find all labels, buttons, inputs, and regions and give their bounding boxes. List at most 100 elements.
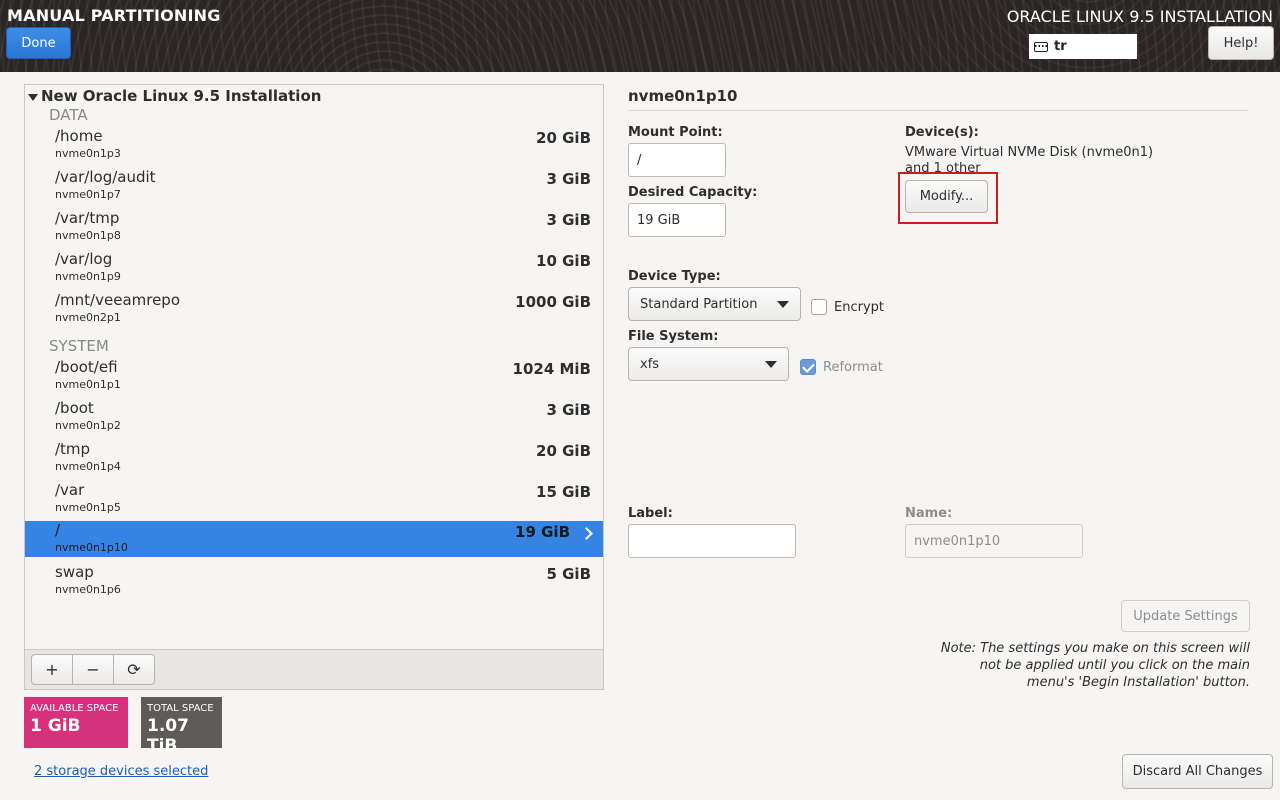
partition-mount-point: /var/log/audit (55, 168, 156, 186)
partition-size: 5 GiB (546, 565, 591, 583)
page-title: MANUAL PARTITIONING (7, 6, 221, 25)
partition-size: 1000 GiB (515, 293, 591, 311)
partition-device: nvme0n1p9 (55, 270, 121, 283)
group-label-data: DATA (49, 106, 88, 124)
devices-label: Device(s): (905, 125, 979, 140)
encrypt-checkbox[interactable]: Encrypt (811, 299, 884, 315)
partition-mount-point: swap (55, 563, 94, 581)
partition-row[interactable]: /var/log/audit nvme0n1p7 3 GiB (25, 168, 603, 204)
reformat-label: Reformat (823, 359, 883, 375)
partition-row[interactable]: swap nvme0n1p6 5 GiB (25, 563, 603, 599)
checkbox-unchecked-icon[interactable] (811, 299, 827, 315)
partition-size: 3 GiB (546, 211, 591, 229)
dropdown-arrow-icon (777, 300, 789, 308)
device-type-dropdown[interactable]: Standard Partition (628, 287, 801, 321)
partition-mount-point: /var/tmp (55, 209, 120, 227)
partition-mount-point: / (55, 521, 61, 539)
partition-size: 20 GiB (536, 129, 591, 147)
add-partition-button[interactable]: + (31, 654, 73, 685)
tree-root-label: New Oracle Linux 9.5 Installation (41, 87, 322, 105)
header-bar: MANUAL PARTITIONING Done ORACLE LINUX 9.… (0, 0, 1280, 72)
update-settings-button[interactable]: Update Settings (1121, 600, 1250, 632)
device-type-label: Device Type: (628, 269, 721, 284)
label-field-label: Label: (628, 506, 673, 521)
partition-detail-title: nvme0n1p10 (628, 87, 738, 105)
done-button[interactable]: Done (6, 27, 71, 59)
partition-mount-point: /mnt/veeamrepo (55, 291, 181, 309)
file-system-label: File System: (628, 329, 719, 344)
available-space-value: 1 GiB (30, 716, 81, 736)
partition-row[interactable]: /home nvme0n1p3 20 GiB (25, 127, 603, 163)
partition-device: nvme0n1p8 (55, 229, 121, 242)
partition-mount-point: /boot/efi (55, 358, 118, 376)
available-space-label: AVAILABLE SPACE (30, 703, 119, 714)
settings-note: Note: The settings you make on this scre… (940, 641, 1250, 690)
partition-device: nvme0n1p1 (55, 378, 121, 391)
partition-size: 10 GiB (536, 252, 591, 270)
keyboard-layout-indicator[interactable]: tr (1029, 34, 1137, 59)
name-input: nvme0n1p10 (905, 524, 1083, 558)
tree-root[interactable]: New Oracle Linux 9.5 Installation (28, 87, 321, 105)
label-input[interactable] (628, 524, 796, 558)
available-space-box: AVAILABLE SPACE 1 GiB (24, 697, 128, 748)
divider (628, 110, 1248, 111)
expander-triangle-icon[interactable] (28, 93, 38, 101)
partition-device: nvme0n2p1 (55, 311, 121, 324)
desired-capacity-input[interactable]: 19 GiB (628, 203, 726, 237)
partition-size: 1024 MiB (512, 360, 591, 378)
dropdown-arrow-icon (765, 360, 777, 368)
partition-device: nvme0n1p2 (55, 419, 121, 432)
total-space-value: 1.07 TiB (147, 716, 189, 756)
partition-device: nvme0n1p7 (55, 188, 121, 201)
reformat-checkbox[interactable]: Reformat (800, 359, 883, 375)
file-system-value: xfs (640, 356, 660, 372)
partition-device: nvme0n1p6 (55, 583, 121, 596)
keyboard-icon (1034, 41, 1048, 52)
partition-size: 15 GiB (536, 483, 591, 501)
encrypt-label: Encrypt (834, 299, 884, 315)
product-title: ORACLE LINUX 9.5 INSTALLATION (1006, 7, 1273, 26)
total-space-box: TOTAL SPACE 1.07 TiB (141, 697, 222, 756)
mount-point-label: Mount Point: (628, 125, 723, 140)
remove-partition-button[interactable]: − (72, 654, 114, 685)
partition-device: nvme0n1p3 (55, 147, 121, 160)
group-label-system: SYSTEM (49, 337, 109, 355)
partition-device: nvme0n1p10 (55, 541, 128, 554)
partition-size: 3 GiB (546, 170, 591, 188)
partition-toolbar: + − ⟳ (25, 649, 603, 689)
storage-devices-link[interactable]: 2 storage devices selected (34, 764, 208, 779)
checkbox-checked-icon[interactable] (800, 359, 816, 375)
device-type-value: Standard Partition (640, 296, 758, 312)
discard-all-changes-button[interactable]: Discard All Changes (1122, 754, 1273, 789)
partition-row[interactable]: /tmp nvme0n1p4 20 GiB (25, 440, 603, 476)
partition-device: nvme0n1p5 (55, 501, 121, 514)
partition-mount-point: /var/log (55, 250, 113, 268)
partition-row[interactable]: /var/log nvme0n1p9 10 GiB (25, 250, 603, 286)
chevron-right-icon (580, 527, 593, 540)
partition-mount-point: /home (55, 127, 103, 145)
partition-row-selected[interactable]: / nvme0n1p10 19 GiB (25, 521, 603, 557)
partition-row[interactable]: /var/tmp nvme0n1p8 3 GiB (25, 209, 603, 245)
refresh-button[interactable]: ⟳ (113, 654, 155, 685)
help-button[interactable]: Help! (1208, 26, 1274, 60)
devices-text: VMware Virtual NVMe Disk (nvme0n1) and 1… (905, 145, 1154, 175)
highlight-box (898, 172, 998, 224)
partition-size: 20 GiB (536, 442, 591, 460)
partition-tree-panel: New Oracle Linux 9.5 Installation DATA /… (24, 84, 604, 690)
partition-size: 19 GiB (515, 523, 570, 541)
file-system-dropdown[interactable]: xfs (628, 347, 789, 381)
partition-size: 3 GiB (546, 401, 591, 419)
partition-mount-point: /tmp (55, 440, 91, 458)
mount-point-input[interactable]: / (628, 143, 726, 177)
partition-row[interactable]: /mnt/veeamrepo nvme0n2p1 1000 GiB (25, 291, 603, 327)
partition-row[interactable]: /boot/efi nvme0n1p1 1024 MiB (25, 358, 603, 394)
partition-mount-point: /boot (55, 399, 94, 417)
total-space-label: TOTAL SPACE (147, 703, 214, 714)
partition-row[interactable]: /boot nvme0n1p2 3 GiB (25, 399, 603, 435)
partition-mount-point: /var (55, 481, 85, 499)
partition-device: nvme0n1p4 (55, 460, 121, 473)
toolbar-button-group: + − ⟳ (31, 654, 155, 685)
name-field-label: Name: (905, 506, 953, 521)
partition-row[interactable]: /var nvme0n1p5 15 GiB (25, 481, 603, 517)
keyboard-layout-label: tr (1054, 39, 1067, 54)
